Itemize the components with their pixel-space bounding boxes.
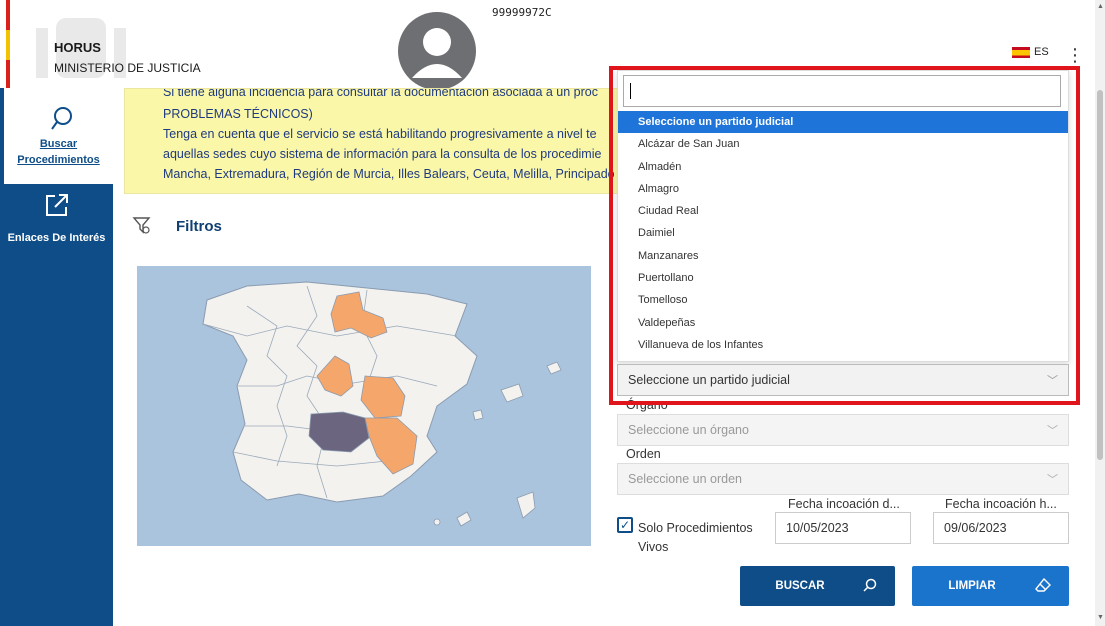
- sidebar-item-buscar[interactable]: Buscar Procedimientos: [0, 88, 113, 184]
- external-link-icon: [46, 194, 68, 216]
- sidebar-item-label: Procedimientos: [17, 154, 100, 166]
- fecha-desde-label: Fecha incoación d...: [788, 497, 900, 511]
- scroll-up-icon[interactable]: ▲: [1097, 3, 1104, 10]
- sidebar-item-label: Buscar: [39, 138, 78, 150]
- map-island: [516, 491, 536, 519]
- chevron-down-icon: ﹀: [1047, 425, 1058, 437]
- sidebar: Buscar Procedimientos Enlaces De Interés: [0, 88, 113, 626]
- fecha-hasta-input[interactable]: 09/06/2023: [933, 512, 1069, 544]
- orden-placeholder: Seleccione un orden: [628, 472, 742, 486]
- spain-map[interactable]: [137, 266, 591, 546]
- organo-placeholder: Seleccione un órgano: [628, 423, 749, 437]
- notice-line: aquellas sedes cuyo sistema de informaci…: [163, 147, 602, 161]
- user-avatar[interactable]: [398, 12, 476, 90]
- search-icon: [51, 107, 72, 130]
- chevron-down-icon: ﹀: [1047, 474, 1058, 486]
- buscar-button[interactable]: BUSCAR: [740, 566, 895, 606]
- brand-name: HORUS: [54, 40, 101, 55]
- notice-line: Tenga en cuenta que el servicio se está …: [163, 127, 597, 141]
- scroll-thumb[interactable]: [1097, 90, 1103, 460]
- notice-line: Mancha, Extremadura, Región de Murcia, I…: [163, 167, 615, 181]
- sidebar-item-enlaces[interactable]: Enlaces De Interés: [0, 188, 113, 258]
- scroll-down-icon[interactable]: ▼: [1097, 614, 1104, 621]
- eraser-icon: [1035, 578, 1051, 592]
- fecha-desde-input[interactable]: 10/05/2023: [775, 512, 911, 544]
- map-island: [433, 518, 441, 526]
- fecha-hasta-label: Fecha incoación h...: [945, 497, 1057, 511]
- map-island: [546, 361, 562, 375]
- search-icon: [863, 578, 877, 592]
- map-svg: [202, 281, 562, 527]
- filter-icon: [132, 217, 151, 234]
- orden-label: Orden: [626, 447, 661, 461]
- brand-stripe: [6, 0, 10, 100]
- page-scrollbar[interactable]: ▲ ▼: [1095, 0, 1105, 626]
- organo-select[interactable]: Seleccione un órgano ﹀: [617, 414, 1069, 446]
- notice-line: PROBLEMAS TÉCNICOS): [163, 107, 313, 121]
- map-island: [456, 511, 472, 527]
- map-island: [500, 383, 524, 403]
- user-id: 99999972C: [492, 6, 552, 19]
- limpiar-label: LIMPIAR: [948, 580, 996, 592]
- map-island: [472, 409, 484, 421]
- language-selector[interactable]: ES: [1012, 46, 1049, 58]
- language-label: ES: [1034, 46, 1049, 58]
- solo-vivos-label: Solo Procedimientos Vivos: [638, 521, 753, 554]
- ministry-name: MINISTERIO DE JUSTICIA: [54, 61, 201, 75]
- orden-select[interactable]: Seleccione un orden ﹀: [617, 463, 1069, 495]
- user-icon: [412, 28, 462, 78]
- buscar-label: BUSCAR: [775, 580, 825, 592]
- filters-title: Filtros: [176, 218, 222, 235]
- sidebar-item-label: Enlaces De Interés: [7, 232, 106, 244]
- annotation-highlight-box: [609, 66, 1080, 405]
- limpiar-button[interactable]: LIMPIAR: [912, 566, 1069, 606]
- kebab-menu-icon[interactable]: ⋮: [1066, 46, 1084, 64]
- notice-banner: Si tiene alguna incidencia para consulta…: [124, 88, 619, 194]
- solo-vivos-checkbox[interactable]: ✓: [617, 517, 633, 533]
- notice-line: Si tiene alguna incidencia para consulta…: [163, 88, 599, 99]
- spain-flag-icon: [1012, 46, 1030, 58]
